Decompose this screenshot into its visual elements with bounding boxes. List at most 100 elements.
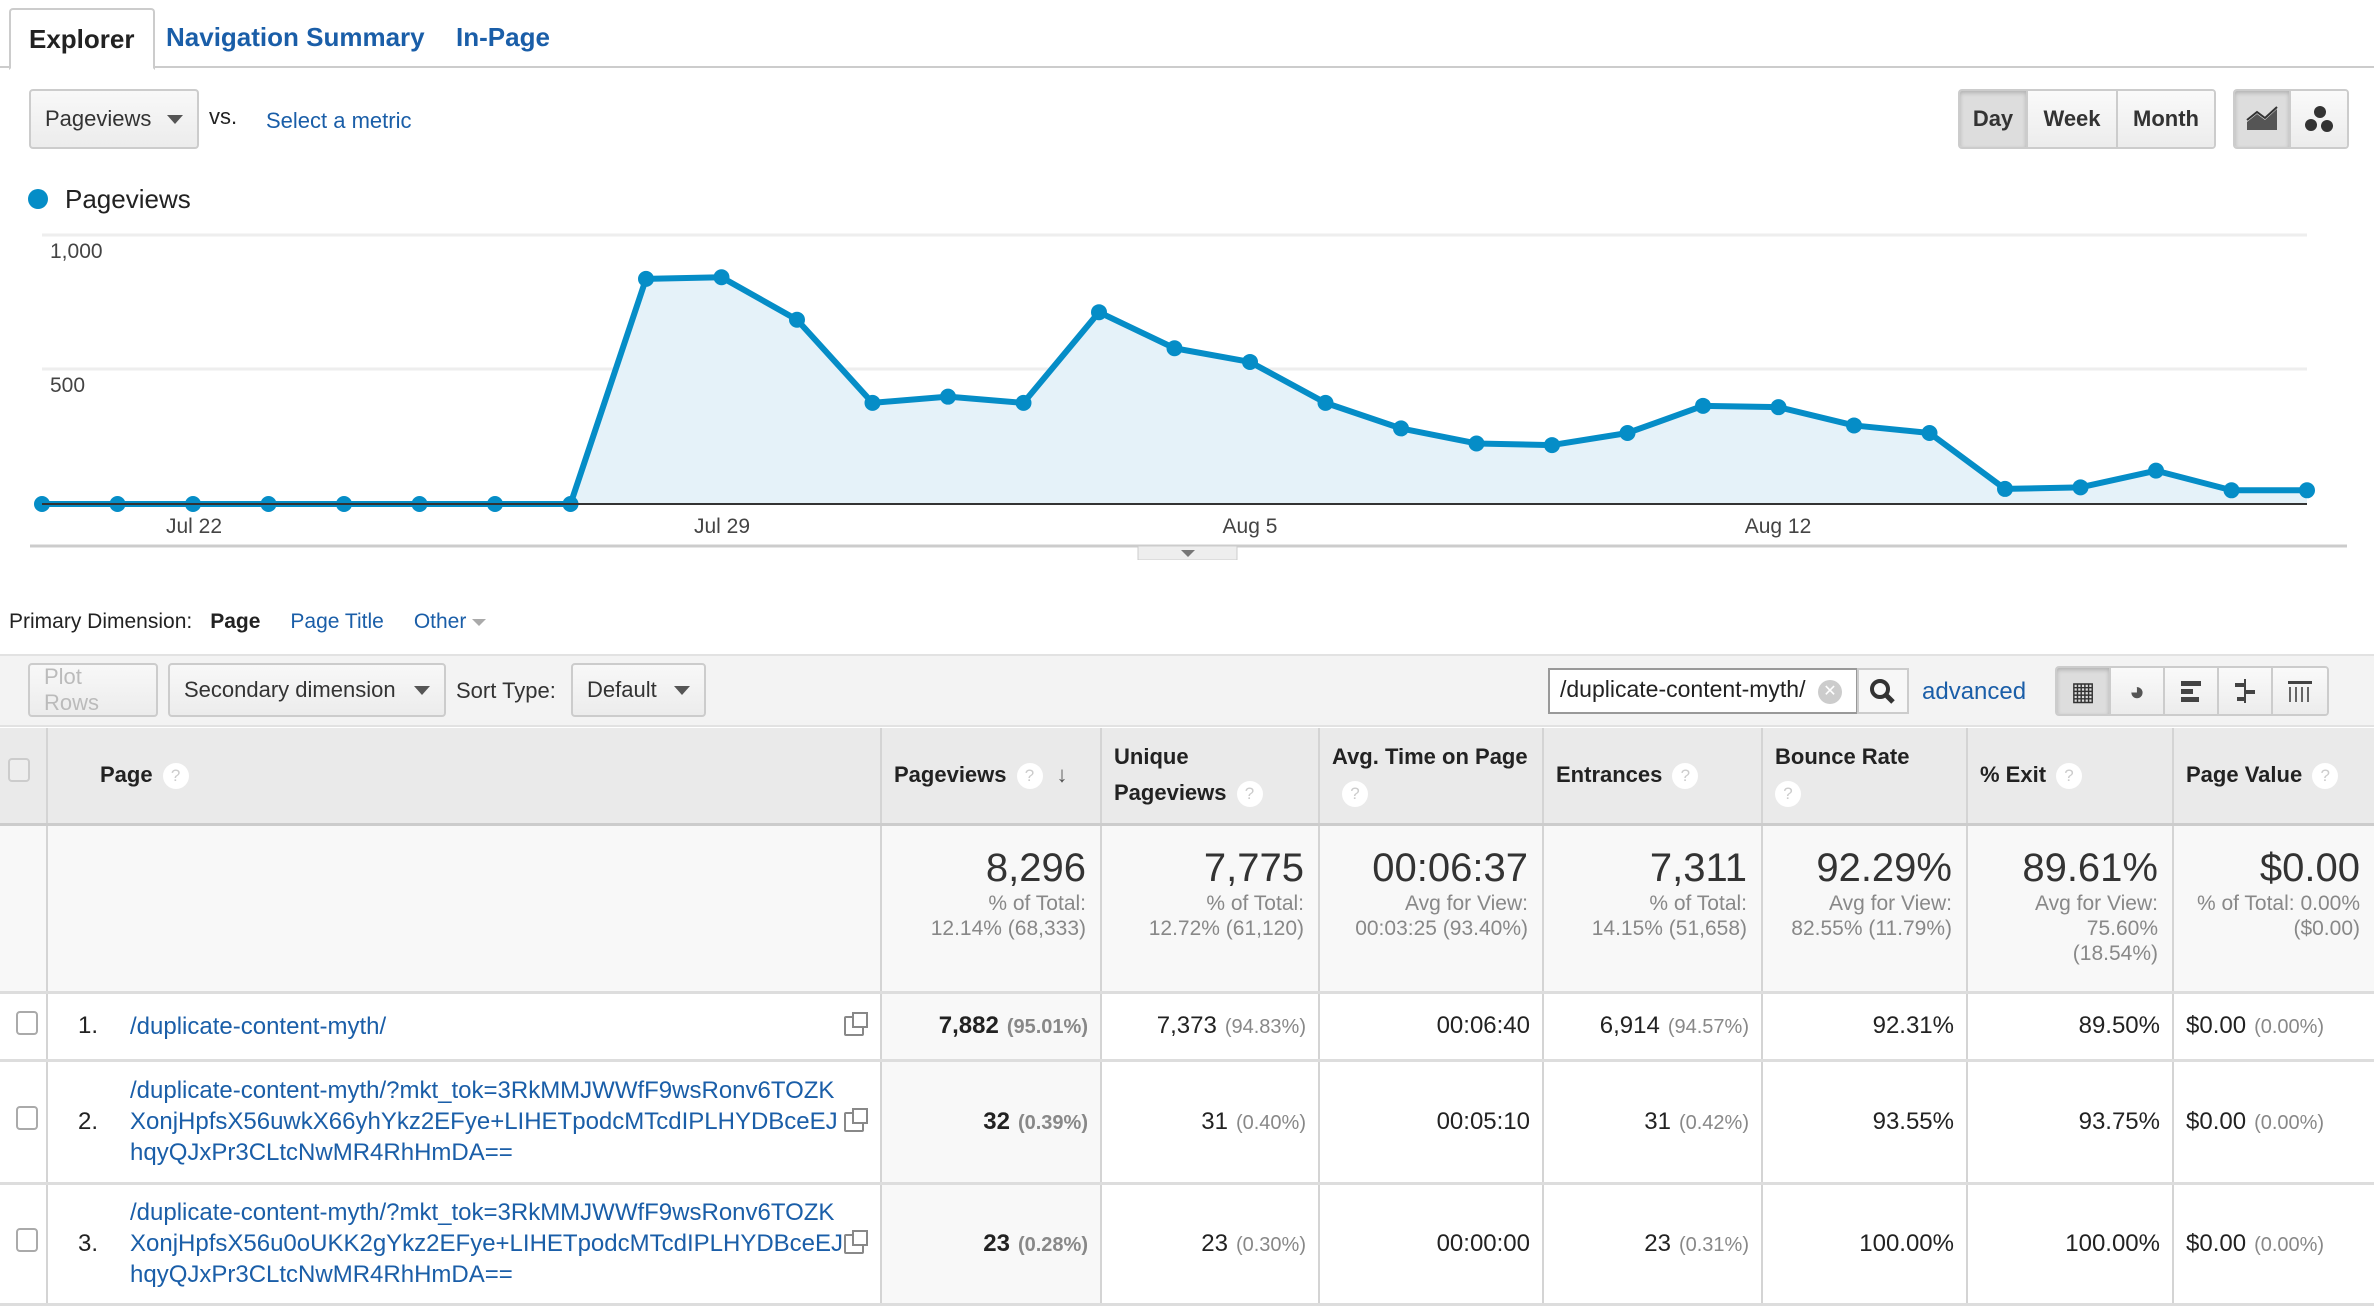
avg-time-cell: 00:05:10 [1319,1060,1544,1185]
help-icon[interactable]: ? [1775,781,1801,808]
dimension-page-title[interactable]: Page Title [290,610,383,634]
data-point[interactable] [1544,437,1560,454]
tab-in-page[interactable]: In-Page [438,8,568,68]
help-icon[interactable]: ? [162,763,189,790]
exit-cell: 93.75% [1967,1060,2174,1185]
page-link[interactable]: /duplicate-content-myth/ [130,1011,850,1042]
tab-explorer[interactable]: Explorer [9,8,155,70]
header-pageviews[interactable]: Pageviews? ↓ [881,728,1102,826]
header-label: Page [100,762,153,788]
tab-navigation-summary[interactable]: Navigation Summary [148,8,443,68]
data-point[interactable] [1695,397,1711,414]
dimension-other[interactable]: Other [414,610,487,634]
help-icon[interactable]: ? [1672,763,1699,790]
period-selector: Day Week Month [1958,89,2216,149]
header-exit[interactable]: % Exit? [1967,728,2174,826]
open-external-icon[interactable] [844,1012,868,1036]
metric-dropdown[interactable]: Pageviews [29,89,199,149]
header-avg-time[interactable]: Avg. Time on Page? [1319,728,1544,826]
comparison-view-button[interactable] [2219,668,2273,714]
cell-value: $0.00 [2186,1107,2247,1135]
page-link[interactable]: /duplicate-content-myth/?mkt_tok=3RkMMJW… [130,1197,850,1290]
data-point[interactable] [638,270,654,287]
table-row: 2. /duplicate-content-myth/?mkt_tok=3RkMM… [0,1060,2374,1185]
cell-percent: (95.01%) [1006,1016,1088,1038]
performance-view-button[interactable] [2165,668,2219,714]
help-icon[interactable]: ? [1342,781,1368,808]
data-table-view-button[interactable]: ▦ [2057,668,2111,714]
cell-percent: (0.42%) [1678,1111,1749,1134]
row-checkbox[interactable] [16,1010,38,1035]
y-tick-500: 500 [50,374,85,397]
header-entrances[interactable]: Entrances? [1543,728,1763,826]
comparison-icon [2235,679,2255,703]
data-point[interactable] [2148,462,2164,479]
help-icon[interactable]: ? [2056,763,2083,790]
data-point[interactable] [2223,482,2240,499]
help-icon[interactable]: ? [2312,763,2339,790]
legend-pageviews[interactable]: Pageviews [65,184,191,215]
data-point[interactable] [1166,340,1183,357]
secondary-dimension-dropdown[interactable]: Secondary dimension [168,663,446,717]
pivot-view-button[interactable] [2273,668,2327,714]
clear-search-icon[interactable]: ✕ [1818,680,1842,704]
cell-value: 23 [983,1229,1010,1257]
data-point[interactable] [713,269,730,286]
percentage-view-button[interactable]: ◕ [2111,668,2165,714]
motion-chart-button[interactable] [2291,91,2347,147]
row-checkbox[interactable] [16,1106,38,1130]
chevron-down-icon [167,114,183,124]
data-point[interactable] [1468,435,1485,452]
select-metric-link[interactable]: Select a metric [266,108,412,134]
open-external-icon[interactable] [844,1107,868,1132]
period-month-button[interactable]: Month [2118,91,2214,147]
header-page[interactable]: Page? [47,728,882,826]
data-point[interactable] [1997,480,2013,497]
entrances-cell: 23 (0.31%) [1543,1183,1763,1306]
header-unique-pageviews[interactable]: Unique Pageviews? [1101,728,1320,826]
cell-value: 31 [1201,1107,1228,1135]
data-point[interactable] [2299,482,2315,499]
pivot-icon [2288,681,2312,702]
table-search-input[interactable]: /duplicate-content-myth/ [1548,668,1858,714]
help-icon[interactable]: ? [1236,781,1263,808]
data-point[interactable] [1770,399,1787,416]
dimension-page[interactable]: Page [210,610,260,634]
pageviews-chart: 1,000 500 Jul 22 Jul 29 Aug 5 Aug 12 [30,233,2347,560]
advanced-filter-link[interactable]: advanced [1922,678,2026,706]
summary-sub: 82.55% (11.79%) [1791,916,1952,940]
header-bounce-rate[interactable]: Bounce Rate? [1762,728,1968,826]
data-table: Page? Pageviews? ↓ Unique Pageviews? Avg.… [0,728,2374,1306]
plot-rows-button[interactable]: Plot Rows [28,663,158,717]
sort-descending-icon[interactable]: ↓ [1057,762,1068,787]
table-row: 1. /duplicate-content-myth/ 7,882 (95.01%)… [0,992,2374,1062]
data-point[interactable] [940,388,956,405]
row-checkbox[interactable] [16,1228,38,1252]
sort-type-label: Sort Type: [456,678,556,703]
data-point[interactable] [1242,353,1258,370]
data-point[interactable] [1393,420,1409,437]
summary-sub: 12.72% (61,120) [1148,916,1304,940]
page-link[interactable]: /duplicate-content-myth/?mkt_tok=3RkMMJW… [130,1075,850,1168]
data-point[interactable] [1317,394,1334,411]
data-point[interactable] [2072,479,2089,496]
data-point[interactable] [789,311,805,328]
search-button[interactable] [1857,668,1909,714]
data-point[interactable] [1091,304,1107,321]
header-label: Avg. Time on Page [1332,744,1528,770]
data-point[interactable] [1921,424,1938,441]
line-chart-button[interactable] [2235,91,2291,147]
summary-empty [0,824,48,994]
data-point[interactable] [864,394,881,411]
sort-type-dropdown[interactable]: Default [571,663,706,717]
period-day-button[interactable]: Day [1960,91,2028,147]
data-point[interactable] [1846,417,1862,434]
data-point[interactable] [1015,394,1032,411]
period-week-button[interactable]: Week [2028,91,2118,147]
select-all-checkbox[interactable] [8,758,30,783]
help-icon[interactable]: ? [1016,763,1043,790]
header-page-value[interactable]: Page Value? [2173,728,2374,826]
data-point[interactable] [1619,424,1636,441]
open-external-icon[interactable] [844,1229,868,1254]
summary-cell: 7,311 % of Total: 14.15% (51,658) [1543,824,1763,994]
